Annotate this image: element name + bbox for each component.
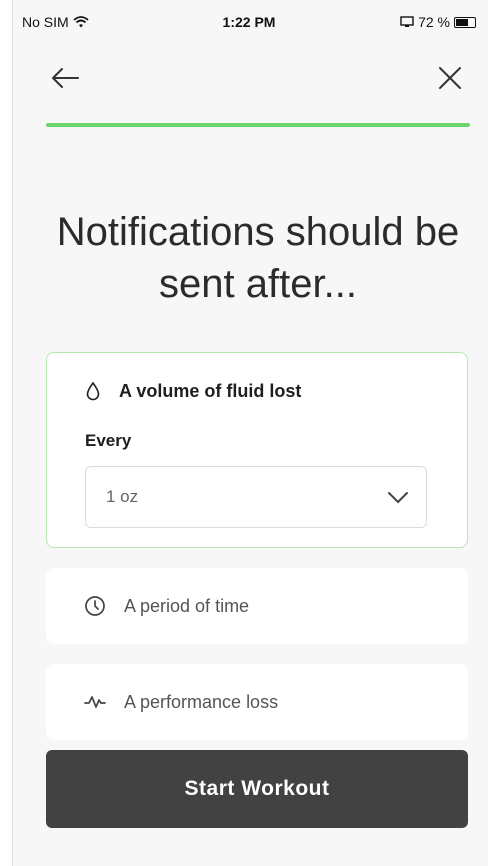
left-edge [0, 0, 13, 866]
chevron-down-icon [386, 485, 410, 509]
battery-percent: 72 % [418, 14, 450, 30]
device-icon [400, 16, 414, 28]
option-row-fluid: A volume of fluid lost [85, 361, 301, 421]
battery-icon [454, 16, 476, 28]
status-bar: No SIM 1:22 PM 72 % [22, 14, 476, 38]
screen: No SIM 1:22 PM 72 % Notifications should… [0, 0, 488, 866]
pulse-icon [84, 694, 106, 710]
option-label-performance: A performance loss [124, 691, 279, 712]
close-button[interactable] [430, 60, 470, 96]
every-label: Every [85, 431, 132, 450]
progress-bar [46, 123, 470, 127]
start-workout-button[interactable]: Start Workout [46, 750, 468, 828]
status-right: 72 % [400, 14, 476, 30]
option-card-performance-loss[interactable]: A performance loss [46, 664, 468, 740]
progress-fill [46, 123, 470, 127]
droplet-icon [85, 381, 101, 401]
option-card-time-period[interactable]: A period of time [46, 568, 468, 644]
option-label-fluid: A volume of fluid lost [119, 380, 302, 401]
close-icon [438, 66, 462, 90]
battery-fill [456, 18, 469, 26]
option-row-time: A period of time [84, 568, 249, 644]
option-row-performance: A performance loss [84, 664, 278, 740]
clock-icon [84, 595, 106, 617]
volume-select[interactable]: 1 oz [85, 466, 427, 528]
volume-select-value: 1 oz [106, 487, 139, 506]
option-card-fluid-lost[interactable]: A volume of fluid lost Every 1 oz [46, 352, 468, 548]
arrow-left-icon [50, 67, 80, 89]
page-title: Notifications should be sent after... [56, 210, 460, 306]
back-button[interactable] [45, 60, 85, 96]
option-label-time: A period of time [124, 595, 250, 616]
